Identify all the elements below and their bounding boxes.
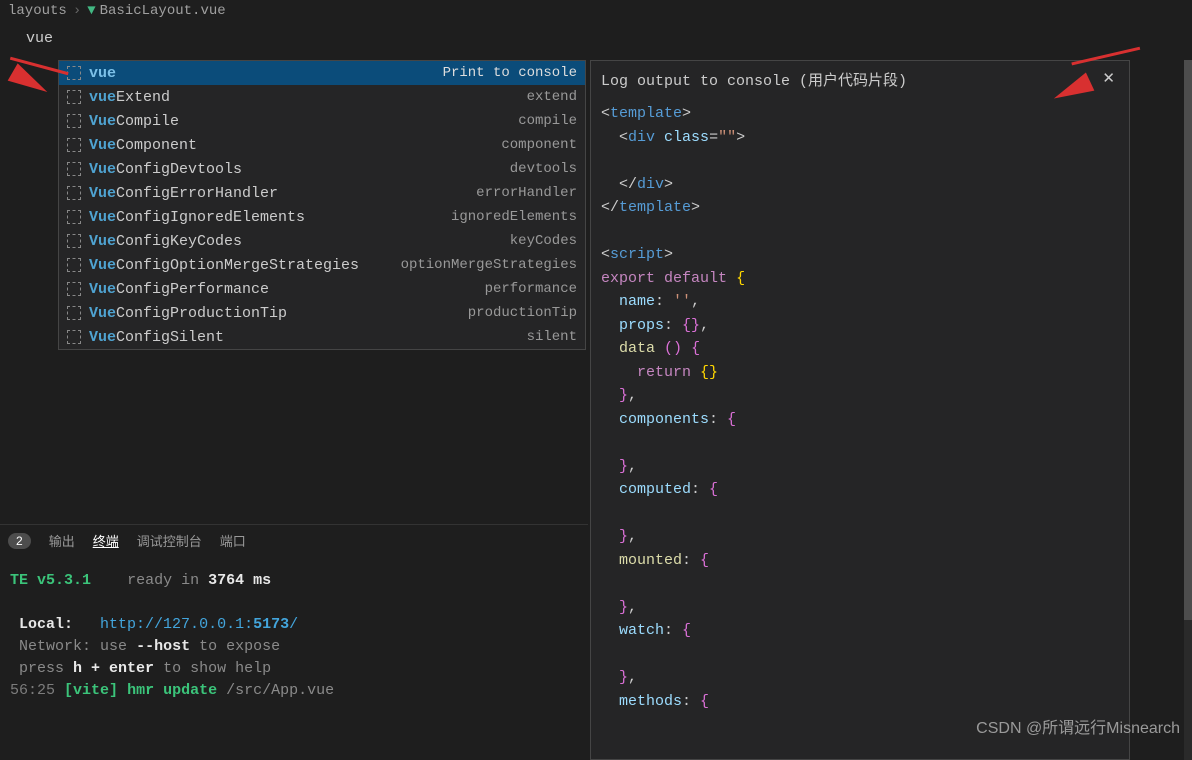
editor[interactable]: vue vue Print to console vueExtend extend Vu… bbox=[0, 22, 1192, 522]
panel-tab[interactable]: 终端 bbox=[93, 534, 119, 549]
suggestion-label: VueConfigIgnoredElements bbox=[89, 209, 443, 226]
suggestion-label: VueConfigPerformance bbox=[89, 281, 477, 298]
suggestion-item[interactable]: VueConfigProductionTip productionTip bbox=[59, 301, 585, 325]
scrollbar[interactable] bbox=[1184, 60, 1192, 760]
suggestion-label: vue bbox=[89, 65, 435, 82]
snippet-icon bbox=[67, 186, 81, 200]
suggestion-detail: performance bbox=[485, 281, 577, 297]
panel-tab[interactable]: 输出 bbox=[49, 534, 75, 549]
suggestion-item[interactable]: VueCompile compile bbox=[59, 109, 585, 133]
suggestion-item[interactable]: VueConfigIgnoredElements ignoredElements bbox=[59, 205, 585, 229]
snippet-icon bbox=[67, 138, 81, 152]
local-label: Local: bbox=[19, 616, 73, 633]
suggestion-item[interactable]: VueConfigSilent silent bbox=[59, 325, 585, 349]
suggestion-list[interactable]: vue Print to console vueExtend extend VueCom… bbox=[58, 60, 586, 350]
suggestion-label: VueConfigErrorHandler bbox=[89, 185, 468, 202]
suggestion-label: vueExtend bbox=[89, 89, 519, 106]
suggestion-label: VueConfigOptionMergeStrategies bbox=[89, 257, 393, 274]
snippet-icon bbox=[67, 306, 81, 320]
suggestion-detail: devtools bbox=[510, 161, 577, 177]
annotation-arrow-left bbox=[8, 63, 53, 100]
suggestion-item[interactable]: VueConfigPerformance performance bbox=[59, 277, 585, 301]
suggestion-item[interactable]: VueConfigDevtools devtools bbox=[59, 157, 585, 181]
scrollbar-thumb[interactable] bbox=[1184, 60, 1192, 620]
breadcrumb-folder[interactable]: layouts bbox=[8, 3, 67, 19]
suggestion-detail: Print to console bbox=[443, 65, 577, 81]
vue-file-icon: ▼ bbox=[87, 3, 95, 19]
doc-body: <template> <div class=""> </div></templa… bbox=[591, 94, 1129, 721]
snippet-icon bbox=[67, 210, 81, 224]
close-icon[interactable]: ✕ bbox=[1098, 69, 1119, 90]
snippet-icon bbox=[67, 162, 81, 176]
panel-tab[interactable]: 端口 bbox=[220, 534, 246, 549]
suggestion-item[interactable]: vue Print to console bbox=[59, 61, 585, 85]
suggestion-item[interactable]: VueConfigKeyCodes keyCodes bbox=[59, 229, 585, 253]
suggestion-item[interactable]: VueConfigErrorHandler errorHandler bbox=[59, 181, 585, 205]
snippet-icon bbox=[67, 258, 81, 272]
snippet-icon bbox=[67, 234, 81, 248]
suggestion-detail: ignoredElements bbox=[451, 209, 577, 225]
chevron-right-icon: › bbox=[73, 3, 81, 19]
snippet-icon bbox=[67, 330, 81, 344]
editor-typed-text: vue bbox=[26, 30, 53, 47]
snippet-icon bbox=[67, 114, 81, 128]
snippet-icon bbox=[67, 90, 81, 104]
suggestion-item[interactable]: vueExtend extend bbox=[59, 85, 585, 109]
suggestion-label: VueConfigSilent bbox=[89, 329, 519, 346]
breadcrumb: layouts › ▼ BasicLayout.vue bbox=[0, 0, 1192, 22]
network-label: Network: bbox=[19, 638, 91, 655]
vite-banner: TE bbox=[10, 572, 28, 589]
suggestion-detail: silent bbox=[527, 329, 577, 345]
snippet-icon bbox=[67, 66, 81, 80]
suggestion-item[interactable]: VueConfigOptionMergeStrategies optionMerg… bbox=[59, 253, 585, 277]
problems-badge[interactable]: 2 bbox=[8, 533, 31, 549]
breadcrumb-file[interactable]: BasicLayout.vue bbox=[100, 3, 226, 19]
suggestion-detail: productionTip bbox=[468, 305, 577, 321]
suggestion-item[interactable]: VueComponent component bbox=[59, 133, 585, 157]
suggestion-label: VueConfigKeyCodes bbox=[89, 233, 502, 250]
local-url[interactable]: http://127.0.0.1:5173/ bbox=[100, 616, 298, 633]
suggestion-label: VueCompile bbox=[89, 113, 510, 130]
suggestion-label: VueConfigDevtools bbox=[89, 161, 502, 178]
watermark: CSDN @所谓远行Misnearch bbox=[976, 714, 1180, 738]
suggestion-detail: keyCodes bbox=[510, 233, 577, 249]
panel-tabbar: 2 输出 终端 调试控制台 端口 bbox=[0, 524, 588, 556]
terminal-output[interactable]: TE v5.3.1 ready in 3764 ms Local: http:/… bbox=[0, 560, 588, 712]
suggestion-label: VueConfigProductionTip bbox=[89, 305, 460, 322]
suggestion-doc-panel: Log output to console (用户代码片段) ✕ <templa… bbox=[590, 60, 1130, 760]
suggestion-detail: optionMergeStrategies bbox=[401, 257, 577, 273]
suggestion-detail: errorHandler bbox=[476, 185, 577, 201]
panel-tab[interactable]: 调试控制台 bbox=[137, 534, 202, 549]
snippet-icon bbox=[67, 282, 81, 296]
suggestion-detail: extend bbox=[527, 89, 577, 105]
suggestion-detail: component bbox=[501, 137, 577, 153]
suggestion-detail: compile bbox=[518, 113, 577, 129]
doc-title: Log output to console (用户代码片段) bbox=[601, 69, 907, 90]
suggestion-label: VueComponent bbox=[89, 137, 493, 154]
